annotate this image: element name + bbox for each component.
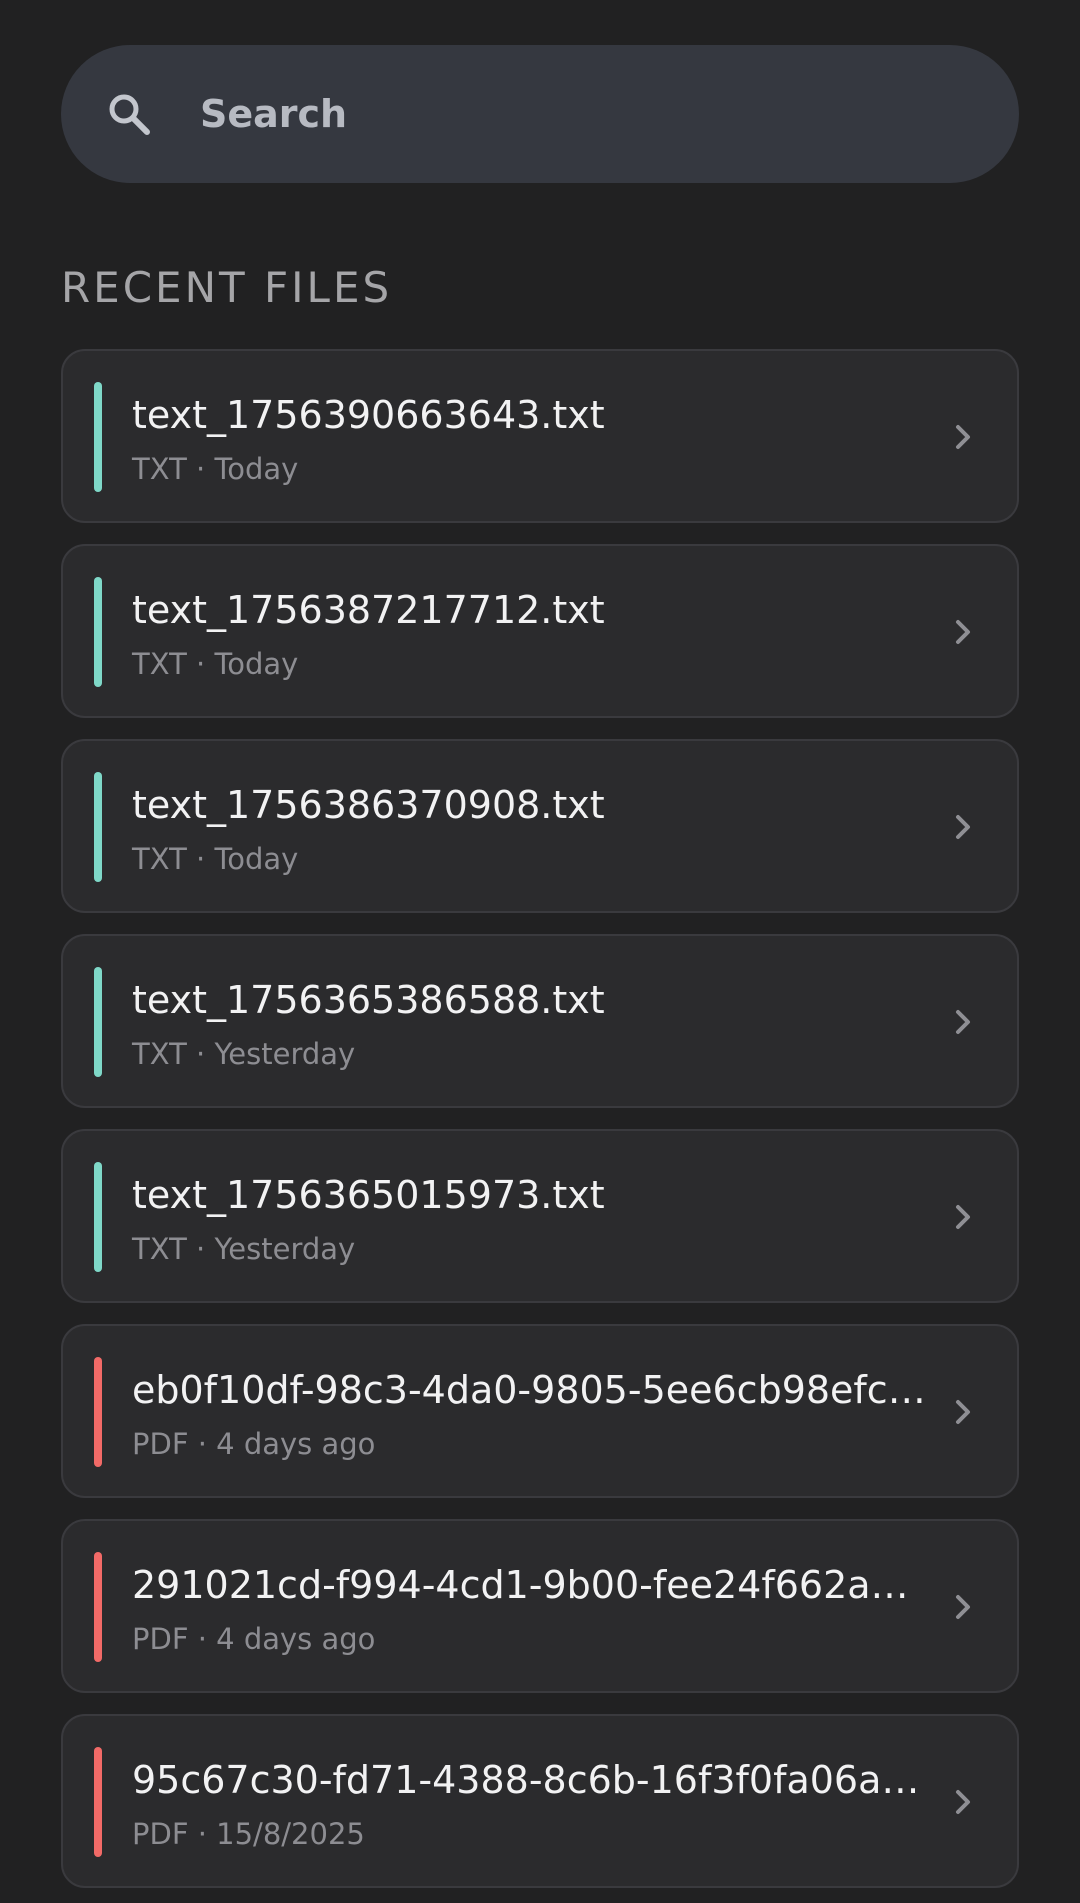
file-card[interactable]: 291021cd-f994-4cd1-9b00-fee24f662a2c.p… … (61, 1519, 1019, 1693)
file-type-accent-bar (94, 577, 102, 687)
file-card[interactable]: text_1756387217712.txt TXT · Today (61, 544, 1019, 718)
file-name: text_1756390663643.txt (132, 393, 605, 437)
file-meta: TXT · Today (132, 842, 299, 876)
file-card[interactable]: 95c67c30-fd71-4388-8c6b-16f3f0fa06a8.p… … (61, 1714, 1019, 1888)
file-card[interactable]: text_1756365015973.txt TXT · Yesterday (61, 1129, 1019, 1303)
file-type-accent-bar (94, 1552, 102, 1662)
file-name: text_1756365386588.txt (132, 978, 605, 1022)
file-type-accent-bar (94, 1162, 102, 1272)
file-name: text_1756365015973.txt (132, 1173, 605, 1217)
file-meta: TXT · Today (132, 647, 299, 681)
search-bar[interactable] (61, 45, 1019, 183)
file-type-accent-bar (94, 382, 102, 492)
file-list: text_1756390663643.txt TXT · Today text_… (61, 349, 1019, 1903)
file-meta: PDF · 4 days ago (132, 1427, 376, 1461)
chevron-right-icon (956, 1205, 970, 1229)
file-name: text_1756387217712.txt (132, 588, 605, 632)
file-type-accent-bar (94, 1357, 102, 1467)
file-card[interactable]: text_1756365386588.txt TXT · Yesterday (61, 934, 1019, 1108)
file-meta: TXT · Today (132, 452, 299, 486)
chevron-right-icon (956, 1790, 970, 1814)
file-meta: PDF · 4 days ago (132, 1622, 376, 1656)
file-meta: TXT · Yesterday (132, 1037, 356, 1071)
chevron-right-icon (956, 1010, 970, 1034)
file-meta: PDF · 15/8/2025 (132, 1817, 365, 1851)
chevron-right-icon (956, 815, 970, 839)
file-type-accent-bar (94, 772, 102, 882)
file-name: eb0f10df-98c3-4da0-9805-5ee6cb98efc5… (132, 1368, 932, 1412)
chevron-right-icon (956, 1595, 970, 1619)
file-card[interactable]: eb0f10df-98c3-4da0-9805-5ee6cb98efc5… PD… (61, 1324, 1019, 1498)
chevron-right-icon (956, 1400, 970, 1424)
file-card[interactable]: text_1756390663643.txt TXT · Today (61, 349, 1019, 523)
file-meta: TXT · Yesterday (132, 1232, 356, 1266)
file-type-accent-bar (94, 1747, 102, 1857)
search-icon (109, 94, 150, 135)
section-title: RECENT FILES (61, 263, 393, 312)
chevron-right-icon (956, 425, 970, 449)
file-name: 291021cd-f994-4cd1-9b00-fee24f662a2c.p… (132, 1563, 932, 1607)
file-type-accent-bar (94, 967, 102, 1077)
search-input[interactable] (200, 45, 980, 183)
file-card[interactable]: text_1756386370908.txt TXT · Today (61, 739, 1019, 913)
screen: RECENT FILES text_1756390663643.txt TXT … (0, 0, 1080, 1903)
file-name: text_1756386370908.txt (132, 783, 605, 827)
chevron-right-icon (956, 620, 970, 644)
file-name: 95c67c30-fd71-4388-8c6b-16f3f0fa06a8.p… (132, 1758, 932, 1802)
